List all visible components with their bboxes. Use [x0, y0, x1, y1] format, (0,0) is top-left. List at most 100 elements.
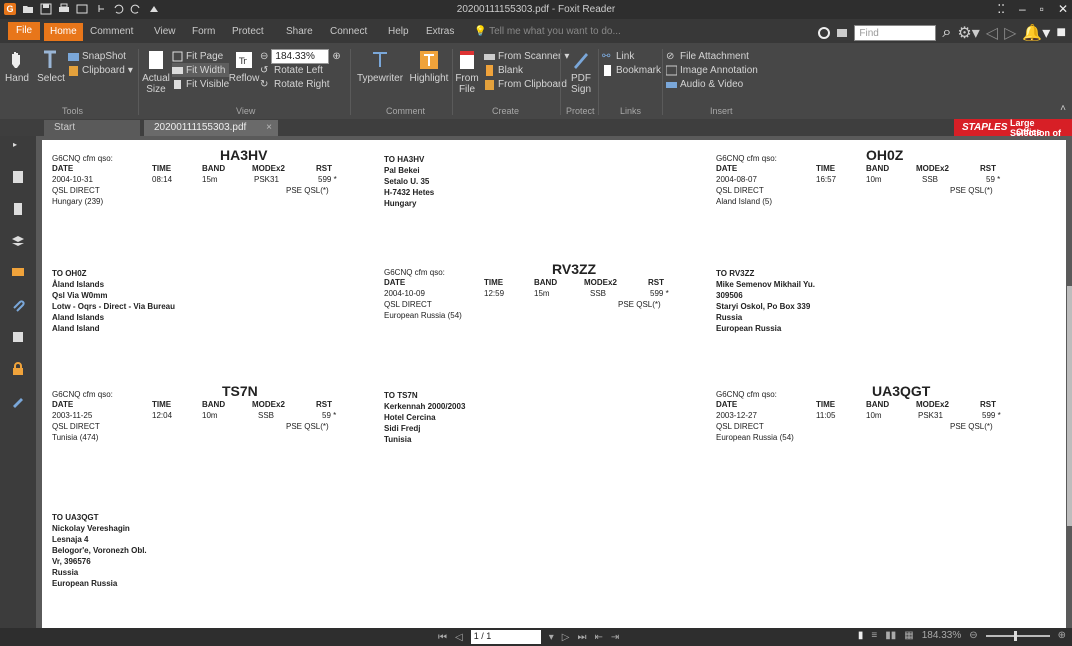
fit-visible-button[interactable]: Fit Visible: [172, 77, 229, 91]
search-icon[interactable]: ⌕: [942, 24, 951, 42]
date-header: DATE: [716, 164, 738, 173]
qso-mode: PSK31: [918, 411, 943, 420]
clipboard-button[interactable]: Clipboard ▾: [68, 63, 133, 77]
collapse-ribbon-icon[interactable]: ˄: [1060, 103, 1066, 114]
minimize-button[interactable]: –: [1019, 2, 1026, 16]
from-file-button[interactable]: From File: [454, 49, 480, 95]
zoom-slider[interactable]: [985, 630, 1050, 641]
prev-result-icon[interactable]: ◁: [986, 23, 998, 43]
ribbon-display-icon[interactable]: ⁚⁚: [997, 2, 1005, 16]
blank-button[interactable]: Blank: [484, 63, 569, 77]
feedback-icon[interactable]: ■: [1056, 24, 1066, 42]
next-page-icon[interactable]: ▷: [562, 632, 570, 643]
mode-header: MODEx2: [916, 400, 949, 409]
pdf-sign-button[interactable]: PDF Sign: [566, 49, 596, 95]
settings-icon[interactable]: ⚙▾: [957, 23, 979, 43]
tab-form[interactable]: Form: [186, 23, 221, 41]
find-options-icon[interactable]: [836, 27, 848, 39]
first-page-icon[interactable]: ⏮: [438, 632, 447, 643]
ribbon-tab-bar: File Home Comment View Form Protect Shar…: [0, 19, 1072, 43]
address-line: Kerkennah 2000/2003: [384, 402, 466, 411]
maximize-button[interactable]: ▫: [1040, 2, 1044, 16]
tell-me-search[interactable]: 💡 Tell me what you want to do...: [468, 23, 627, 41]
clipboard-icon: [69, 65, 78, 76]
tab-protect[interactable]: Protect: [226, 23, 270, 41]
zoom-in-icon[interactable]: ⊕: [332, 51, 340, 62]
fit-page-button[interactable]: Fit Page: [172, 49, 229, 63]
attachments-icon[interactable]: [11, 298, 25, 312]
next-result-icon[interactable]: ▷: [1004, 23, 1016, 43]
find-input[interactable]: Find: [854, 25, 937, 41]
page-dropdown-icon[interactable]: ▾: [549, 632, 554, 643]
tab-view[interactable]: View: [148, 23, 182, 41]
select-tool-button[interactable]: Select: [36, 49, 66, 84]
zoom-input[interactable]: 184.33%: [271, 48, 330, 64]
tab-start[interactable]: Start: [44, 120, 140, 136]
tab-document[interactable]: 20200111155303.pdf ×: [144, 120, 278, 136]
tab-extras[interactable]: Extras: [420, 23, 460, 41]
previous-view-icon[interactable]: ⇤: [594, 632, 602, 643]
tab-help[interactable]: Help: [382, 23, 415, 41]
typewriter-button[interactable]: Typewriter: [356, 49, 404, 84]
actual-size-button[interactable]: Actual Size: [142, 49, 170, 95]
audio-video-button[interactable]: Audio & Video: [666, 77, 758, 91]
single-page-icon[interactable]: ▮: [858, 630, 864, 641]
content-tools-icon[interactable]: [11, 394, 25, 408]
from-clipboard-button[interactable]: From Clipboard: [484, 77, 569, 91]
highlight-button[interactable]: Highlight: [406, 49, 452, 84]
layers-icon[interactable]: [11, 234, 25, 248]
tab-comment[interactable]: Comment: [84, 23, 139, 41]
expand-panel-icon[interactable]: ▸: [13, 140, 17, 149]
next-view-icon[interactable]: ⇥: [611, 632, 619, 643]
notification-icon[interactable]: 🔔▾: [1022, 23, 1050, 43]
group-label-view: View: [236, 106, 256, 116]
bookmarks-panel-icon[interactable]: [11, 202, 25, 216]
zoom-in-icon[interactable]: ⊕: [1058, 630, 1066, 641]
zoom-control[interactable]: ⊖ 184.33% ⊕: [260, 48, 341, 64]
rotate-left-button[interactable]: ↺ Rotate Left: [260, 63, 341, 77]
zoom-out-icon[interactable]: ⊖: [969, 630, 977, 641]
snapshot-button[interactable]: SnapShot: [68, 49, 133, 63]
close-tab-icon[interactable]: ×: [266, 120, 272, 136]
zoom-slider-knob[interactable]: [1013, 630, 1017, 641]
address-ts7n: TO TS7N Kerkennah 2000/2003 Hotel Cercin…: [384, 390, 465, 445]
divider: [138, 49, 139, 115]
facing-icon[interactable]: ▮▮: [885, 630, 896, 641]
bookmark-button[interactable]: Bookmark: [602, 63, 661, 77]
tab-file[interactable]: File: [8, 22, 41, 40]
navigation-panel: ▸: [0, 136, 36, 628]
security-lock-icon[interactable]: [11, 362, 25, 376]
file-attachment-button[interactable]: ⊘ File Attachment: [666, 49, 758, 63]
from-scanner-button[interactable]: From Scanner ▾: [484, 49, 569, 63]
address-line: 309506: [716, 291, 743, 300]
tab-share[interactable]: Share: [280, 23, 319, 41]
address-line: Lesnaja 4: [52, 535, 89, 544]
divider: [350, 49, 351, 115]
qso-band: 10m: [866, 175, 882, 184]
signatures-icon[interactable]: [11, 330, 25, 344]
page-thumbnails-icon[interactable]: [11, 170, 25, 184]
prev-page-icon[interactable]: ◁: [455, 632, 463, 643]
scrollbar-thumb[interactable]: [1067, 286, 1072, 526]
staples-ad-banner[interactable]: STAPLES Large Selection of Office Produc…: [954, 118, 1072, 147]
hand-tool-button[interactable]: Hand: [4, 49, 30, 84]
fit-width-icon: [172, 66, 183, 74]
comments-panel-icon[interactable]: [11, 266, 25, 280]
tab-home[interactable]: Home: [44, 23, 83, 41]
last-page-icon[interactable]: ⏭: [577, 632, 586, 643]
page-number-input[interactable]: 1 / 1: [470, 630, 541, 644]
image-annotation-button[interactable]: Image Annotation: [666, 63, 758, 77]
fit-width-button[interactable]: Fit Width: [172, 63, 230, 77]
continuous-icon[interactable]: ≡: [871, 630, 877, 641]
account-icon[interactable]: [818, 27, 831, 39]
link-button[interactable]: ⚯ Link: [602, 49, 661, 63]
tab-connect[interactable]: Connect: [324, 23, 373, 41]
rotate-right-button[interactable]: ↻ Rotate Right: [260, 77, 341, 91]
group-label-protect: Protect: [566, 106, 595, 116]
close-button[interactable]: ✕: [1058, 2, 1068, 16]
reflow-button[interactable]: Tr Reflow: [229, 49, 259, 84]
zoom-out-icon[interactable]: ⊖: [260, 51, 268, 62]
zoom-level[interactable]: 184.33%: [922, 630, 961, 641]
vertical-scrollbar[interactable]: [1067, 136, 1072, 628]
continuous-facing-icon[interactable]: ▦: [904, 630, 913, 641]
